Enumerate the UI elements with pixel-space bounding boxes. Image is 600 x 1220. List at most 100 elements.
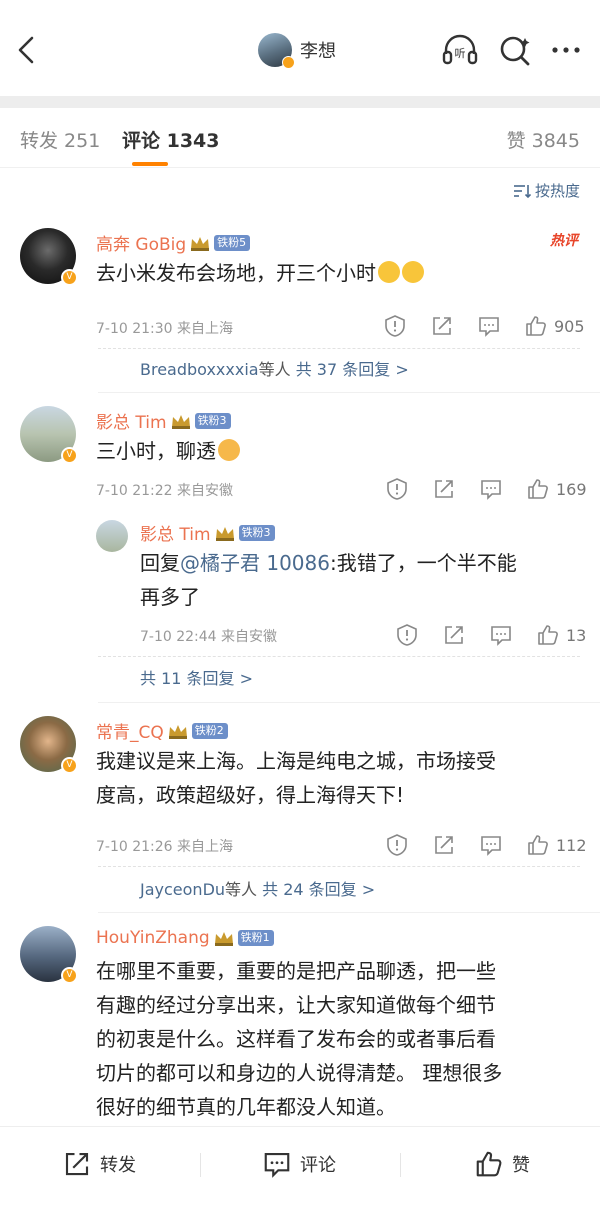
comment-time: 7-10 21:30 bbox=[96, 321, 173, 337]
fan-badge: 铁粉3 bbox=[194, 412, 231, 429]
report-icon[interactable] bbox=[385, 833, 409, 857]
sort-icon bbox=[513, 184, 531, 198]
comment-body-line: 的初衷是什么。这样看了发布会的或者事后看 bbox=[96, 1027, 496, 1051]
comment-label: 评论 bbox=[300, 1155, 336, 1176]
like-button[interactable]: 112 bbox=[526, 833, 587, 857]
comment-username[interactable]: HouYinZhang 铁粉1 bbox=[96, 928, 274, 948]
comment-icon[interactable] bbox=[479, 477, 503, 501]
grin-emoji-icon bbox=[402, 261, 424, 283]
comment-username[interactable]: 常青_CQ 铁粉2 bbox=[96, 718, 228, 743]
comment-body-line: 很好的细节真的几年都没人知道。 bbox=[96, 1095, 396, 1119]
reply-body-line: :我错了，一个半不能 bbox=[329, 551, 517, 575]
like-button[interactable]: 905 bbox=[524, 314, 585, 338]
share-icon[interactable] bbox=[432, 477, 456, 501]
comment-text: 在哪里不重要，重要的是把产品聊透，把一些 有趣的经过分享出来，让大家知道做每个细… bbox=[96, 954, 591, 1124]
view-replies-link[interactable]: 共 11 条回复 > bbox=[140, 665, 253, 689]
search-icon[interactable] bbox=[495, 30, 535, 70]
avatar[interactable]: V bbox=[20, 406, 78, 464]
comment-username[interactable]: 影总 Tim 铁粉3 bbox=[96, 408, 231, 433]
crown-icon bbox=[215, 526, 234, 541]
reply-time: 7-10 22:44 bbox=[140, 629, 217, 645]
divider-strip bbox=[0, 96, 600, 108]
report-icon[interactable] bbox=[385, 477, 409, 501]
fan-badge: 铁粉3 bbox=[238, 524, 275, 541]
comment-icon[interactable] bbox=[489, 623, 513, 647]
author-avatar[interactable] bbox=[258, 33, 295, 69]
like-count: 169 bbox=[556, 479, 587, 499]
reply-username[interactable]: 影总 Tim 铁粉3 bbox=[140, 520, 275, 545]
comment-actions: 169 bbox=[385, 477, 587, 501]
crown-icon bbox=[171, 414, 190, 429]
comment-username[interactable]: 高奔 GoBig 铁粉5 bbox=[96, 230, 251, 255]
header-title[interactable]: 李想 bbox=[258, 30, 336, 70]
like-button[interactable]: 13 bbox=[536, 623, 586, 647]
more-icon[interactable] bbox=[546, 30, 586, 70]
reply-users-suffix: 等人 bbox=[258, 360, 291, 379]
avatar[interactable]: V bbox=[20, 926, 78, 984]
comment-icon bbox=[264, 1152, 290, 1178]
comment-location: 来自上海 bbox=[177, 839, 234, 855]
reply-body-line: 再多了 bbox=[140, 585, 200, 609]
comment-icon[interactable] bbox=[477, 314, 501, 338]
share-icon[interactable] bbox=[442, 623, 466, 647]
like-icon bbox=[476, 1151, 502, 1177]
comment-meta: 7-10 21:30 来自上海 bbox=[96, 318, 233, 338]
sort-toggle[interactable]: 按热度 bbox=[513, 180, 580, 201]
comment-meta: 7-10 21:26 来自上海 bbox=[96, 836, 233, 856]
comment-separator bbox=[98, 912, 600, 913]
listen-icon[interactable]: 听 bbox=[440, 30, 480, 70]
weibo-comment-page: 李想 听 转发 251 评论 1343 赞 3845 按热度 V 高奔 GoBi… bbox=[0, 0, 600, 1220]
comment-body: 去小米发布会场地，开三个小时 bbox=[96, 261, 376, 285]
reply-avatar[interactable] bbox=[96, 520, 128, 552]
like-label: 赞 bbox=[512, 1155, 530, 1176]
like-count: 905 bbox=[554, 316, 585, 336]
share-icon[interactable] bbox=[432, 833, 456, 857]
like-icon bbox=[528, 479, 548, 499]
verified-badge-icon: V bbox=[61, 447, 78, 464]
share-icon bbox=[65, 1152, 89, 1176]
tab-forward[interactable]: 转发 251 bbox=[20, 126, 100, 153]
verified-badge-icon: V bbox=[61, 967, 78, 984]
reply-count: 共 37 条回复 > bbox=[295, 360, 409, 379]
share-icon[interactable] bbox=[430, 314, 454, 338]
comment-time: 7-10 21:22 bbox=[96, 483, 173, 499]
reply-actions: 13 bbox=[395, 623, 586, 647]
avatar[interactable]: V bbox=[20, 716, 78, 774]
report-icon[interactable] bbox=[383, 314, 407, 338]
tab-comment[interactable]: 评论 1343 bbox=[122, 126, 220, 153]
verified-badge-icon: V bbox=[61, 757, 78, 774]
like-icon bbox=[528, 835, 548, 855]
report-icon[interactable] bbox=[395, 623, 419, 647]
forward-button[interactable]: 转发 bbox=[62, 1149, 136, 1179]
hot-comment-badge: 热评 bbox=[550, 233, 578, 249]
tab-indicator bbox=[132, 162, 168, 166]
username-text: HouYinZhang bbox=[96, 928, 210, 948]
crown-icon bbox=[214, 932, 233, 946]
mention-link[interactable]: @橘子君 10086 bbox=[180, 551, 330, 575]
like-button[interactable]: 169 bbox=[526, 477, 587, 501]
view-replies-link[interactable]: JayceonDu等人 共 24 条回复 > bbox=[140, 876, 375, 900]
reply-count: 共 24 条回复 > bbox=[262, 880, 376, 899]
view-replies-link[interactable]: Breadboxxxxia等人 共 37 条回复 > bbox=[140, 356, 409, 380]
like-count: 13 bbox=[566, 625, 587, 645]
svg-text:听: 听 bbox=[455, 47, 466, 60]
forward-label: 转发 bbox=[100, 1155, 136, 1176]
comment-button[interactable]: 评论 bbox=[262, 1149, 336, 1179]
comment-icon[interactable] bbox=[479, 833, 503, 857]
comment-body-line: 切片的都可以和身边的人说得清楚。 理想很多 bbox=[96, 1061, 503, 1085]
comment-text: 去小米发布会场地，开三个小时 bbox=[96, 256, 424, 290]
fan-badge: 铁粉2 bbox=[191, 722, 228, 739]
comment-body-line: 有趣的经过分享出来，让大家知道做每个细节 bbox=[96, 993, 496, 1017]
username-text: 高奔 GoBig bbox=[96, 235, 187, 255]
comment-body: 三小时，聊透 bbox=[96, 439, 216, 463]
back-arrow-icon[interactable] bbox=[10, 30, 44, 70]
avatar[interactable]: V bbox=[20, 228, 78, 286]
tab-like[interactable]: 赞 3845 bbox=[507, 126, 580, 153]
reply-text: 回复@橘子君 10086:我错了，一个半不能 再多了 bbox=[140, 546, 580, 614]
reply-users: JayceonDu bbox=[140, 880, 226, 899]
like-button[interactable]: 赞 bbox=[474, 1149, 530, 1179]
fan-badge: 铁粉1 bbox=[237, 930, 274, 946]
emoji-icon bbox=[218, 439, 240, 461]
grin-emoji-icon bbox=[378, 261, 400, 283]
tab-bar: 转发 251 评论 1343 赞 3845 bbox=[0, 108, 600, 168]
